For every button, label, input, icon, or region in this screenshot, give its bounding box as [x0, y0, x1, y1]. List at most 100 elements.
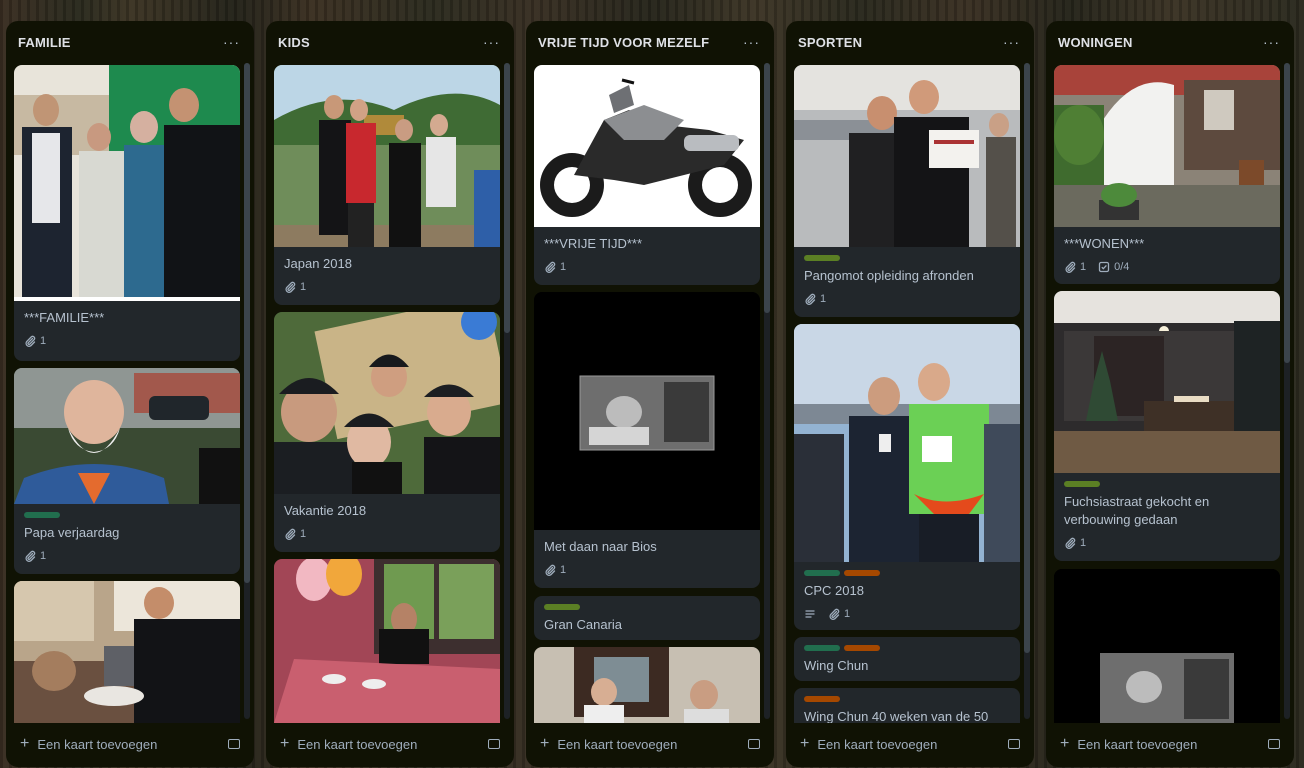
list-header: WONINGEN ··· — [1046, 21, 1294, 63]
label-orange — [844, 570, 880, 576]
list-footer: + Een kaart toevoegen — [526, 721, 774, 767]
card-badges: 1 — [804, 608, 1010, 620]
card-japan-2018[interactable]: Japan 2018 1 — [274, 65, 500, 305]
card-vrije-tijd[interactable]: ***VRIJE TIJD*** 1 — [534, 65, 760, 285]
card-title: Pangomot opleiding afronden — [804, 268, 974, 283]
add-card-button[interactable]: + Een kaart toevoegen — [1060, 735, 1197, 753]
paperclip-icon — [828, 608, 840, 620]
card-container: Pangomot opleiding afronden 1 CPC 2018 1… — [786, 63, 1034, 723]
template-icon[interactable] — [1268, 739, 1280, 749]
scrollbar-thumb[interactable] — [1284, 63, 1290, 363]
plus-icon: + — [1060, 735, 1070, 752]
card-wing-chun[interactable]: Wing Chun — [794, 637, 1020, 681]
card-labels — [804, 696, 1010, 702]
card-papa-verjaardag[interactable]: Papa verjaardag 1 — [14, 368, 240, 574]
card-familie[interactable]: ***FAMILIE*** 1 — [14, 65, 240, 361]
list-header: VRIJE TIJD VOOR MEZELF ··· — [526, 21, 774, 63]
card-restaurant[interactable] — [274, 559, 500, 723]
label-green — [804, 570, 840, 576]
card-wonen[interactable]: ***WONEN*** 1 0/4 — [1054, 65, 1280, 284]
attachment-badge: 1 — [804, 293, 826, 305]
card-cover-photo — [1054, 569, 1280, 723]
scrollbar-thumb[interactable] — [504, 63, 510, 333]
card-pangomot[interactable]: Pangomot opleiding afronden 1 — [794, 65, 1020, 317]
card-container: ***FAMILIE*** 1 Papa verjaardag 1 — [6, 63, 254, 723]
template-icon[interactable] — [748, 739, 760, 749]
card-badges: 1 — [1064, 537, 1270, 549]
more-icon[interactable]: ··· — [1003, 34, 1020, 50]
card-badges: 1 — [24, 335, 230, 347]
card-badges: 1 — [804, 293, 1010, 305]
paperclip-icon — [1064, 261, 1076, 273]
card-cover-photo — [14, 581, 240, 723]
card-title: Met daan naar Bios — [544, 539, 657, 554]
card-fuchsiastraat[interactable]: Fuchsiastraat gekocht en verbouwing geda… — [1054, 291, 1280, 561]
card-labels — [804, 255, 1010, 261]
card-cover-photo — [274, 65, 500, 247]
card-cpc-2018[interactable]: CPC 2018 1 — [794, 324, 1020, 630]
card-wing-chun-40[interactable]: Wing Chun 40 weken van de 50 — [794, 688, 1020, 723]
list-scrollbar[interactable] — [1284, 63, 1290, 719]
card-title: CPC 2018 — [804, 583, 864, 598]
description-badge — [804, 608, 816, 620]
paperclip-icon — [284, 281, 296, 293]
list-scrollbar[interactable] — [504, 63, 510, 719]
card-cover-photo — [14, 65, 240, 301]
plus-icon: + — [20, 735, 30, 752]
attachment-badge: 1 — [544, 564, 566, 576]
add-card-button[interactable]: + Een kaart toevoegen — [540, 735, 677, 753]
scrollbar-thumb[interactable] — [244, 63, 250, 583]
paperclip-icon — [284, 528, 296, 540]
card-badges: 1 — [544, 564, 750, 576]
label-orange — [844, 645, 880, 651]
label-green — [24, 512, 60, 518]
card-gran-canaria[interactable]: Gran Canaria — [534, 596, 760, 640]
card-title: Papa verjaardag — [24, 525, 120, 540]
paperclip-icon — [24, 335, 36, 347]
card-vakantie-2018[interactable]: Vakantie 2018 1 — [274, 312, 500, 552]
card-cover-photo — [534, 647, 760, 723]
add-card-button[interactable]: + Een kaart toevoegen — [800, 735, 937, 753]
more-icon[interactable]: ··· — [223, 34, 240, 50]
more-icon[interactable]: ··· — [1263, 34, 1280, 50]
list-footer: + Een kaart toevoegen — [6, 721, 254, 767]
card-family-dinner[interactable] — [14, 581, 240, 723]
list-scrollbar[interactable] — [1024, 63, 1030, 719]
add-card-button[interactable]: + Een kaart toevoegen — [20, 735, 157, 753]
add-card-button[interactable]: + Een kaart toevoegen — [280, 735, 417, 753]
card-cover-photo — [534, 65, 760, 227]
list-sporten: SPORTEN ··· Pangomot opleiding afronden … — [786, 21, 1034, 767]
scrollbar-thumb[interactable] — [764, 63, 770, 313]
list-vrije-tijd: VRIJE TIJD VOOR MEZELF ··· ***VRIJE TIJD… — [526, 21, 774, 767]
more-icon[interactable]: ··· — [743, 34, 760, 50]
attachment-badge: 1 — [24, 550, 46, 562]
list-header: SPORTEN ··· — [786, 21, 1034, 63]
attachment-badge: 1 — [828, 608, 850, 620]
list-title[interactable]: FAMILIE — [18, 35, 71, 50]
more-icon[interactable]: ··· — [483, 34, 500, 50]
list-scrollbar[interactable] — [244, 63, 250, 719]
list-title[interactable]: KIDS — [278, 35, 310, 50]
attachment-badge: 1 — [544, 261, 566, 273]
scrollbar-thumb[interactable] — [1024, 63, 1030, 653]
card-photo-bottom[interactable] — [534, 647, 760, 723]
template-icon[interactable] — [1008, 739, 1020, 749]
list-footer: + Een kaart toevoegen — [266, 721, 514, 767]
template-icon[interactable] — [488, 739, 500, 749]
list-title[interactable]: VRIJE TIJD VOOR MEZELF — [538, 35, 709, 50]
label-green — [804, 645, 840, 651]
list-familie: FAMILIE ··· ***FAMILIE*** 1 Papa verjaar… — [6, 21, 254, 767]
card-met-daan-naar-bios[interactable]: Met daan naar Bios 1 — [534, 292, 760, 588]
paperclip-icon — [544, 261, 556, 273]
list-footer: + Een kaart toevoegen — [786, 721, 1034, 767]
attachment-badge: 1 — [284, 528, 306, 540]
list-title[interactable]: WONINGEN — [1058, 35, 1133, 50]
list-scrollbar[interactable] — [764, 63, 770, 719]
card-labels — [24, 512, 230, 518]
card-cover-photo — [14, 368, 240, 504]
card-photo-bottom[interactable] — [1054, 569, 1280, 723]
template-icon[interactable] — [228, 739, 240, 749]
card-badges: 1 — [544, 261, 750, 273]
plus-icon: + — [280, 735, 290, 752]
list-title[interactable]: SPORTEN — [798, 35, 862, 50]
